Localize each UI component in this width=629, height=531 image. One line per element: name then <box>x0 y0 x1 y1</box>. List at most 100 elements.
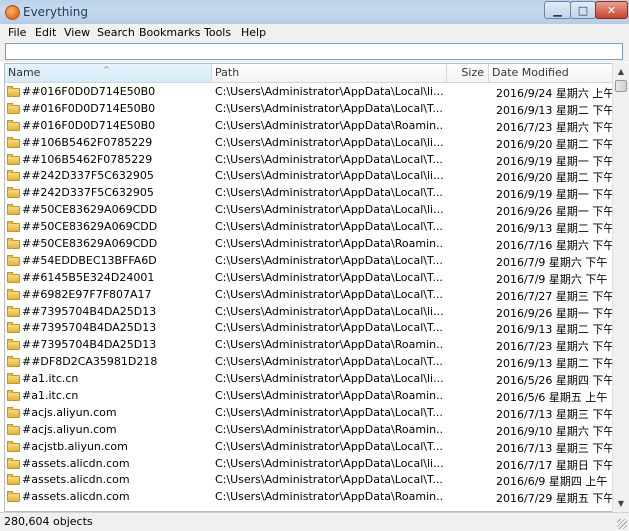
column-size-label: Size <box>461 66 484 79</box>
table-row[interactable]: ##6982E97F7F807A17 C:\Users\Administrator… <box>5 286 614 303</box>
table-row[interactable]: #assets.alicdn.com C:\Users\Administrator… <box>5 455 614 472</box>
row-name: #assets.alicdn.com <box>22 456 130 470</box>
maximize-button[interactable]: □ <box>570 1 596 19</box>
menu-help[interactable]: Help <box>241 26 266 39</box>
scroll-down-icon[interactable]: ▼ <box>613 495 629 512</box>
table-row[interactable]: #a1.itc.cn C:\Users\Administrator\AppData… <box>5 387 614 404</box>
row-date: 2016/9/19 星期一 下午 ... <box>496 154 614 168</box>
row-path: C:\Users\Administrator\AppData\Roamin... <box>215 237 443 251</box>
folder-icon <box>7 153 20 165</box>
table-row[interactable]: ##242D337F5C632905 C:\Users\Administrator… <box>5 184 614 201</box>
app-icon <box>5 5 20 20</box>
row-path: C:\Users\Administrator\AppData\Local\li.… <box>215 203 443 217</box>
table-row[interactable]: ##106B5462F0785229 C:\Users\Administrator… <box>5 134 614 151</box>
table-row[interactable]: ##DF8D2CA35981D218 C:\Users\Administrator… <box>5 353 614 370</box>
column-date-header[interactable]: Date Modified <box>489 64 614 82</box>
maximize-icon: □ <box>577 3 589 17</box>
resize-grip-icon[interactable] <box>617 519 627 529</box>
folder-icon <box>7 288 20 300</box>
vertical-scrollbar[interactable]: ▲ ▼ <box>612 63 629 512</box>
table-row[interactable]: ##50CE83629A069CDD C:\Users\Administrator… <box>5 218 614 235</box>
column-path-header[interactable]: Path <box>212 64 447 82</box>
row-path: C:\Users\Administrator\AppData\Local\li.… <box>215 304 443 318</box>
table-row[interactable]: ##016F0D0D714E50B0 C:\Users\Administrator… <box>5 83 614 100</box>
scroll-thumb[interactable] <box>615 80 627 92</box>
row-name: ##7395704B4DA25D13 <box>22 338 157 352</box>
table-row[interactable]: ##50CE83629A069CDD C:\Users\Administrator… <box>5 235 614 252</box>
row-path: C:\Users\Administrator\AppData\Local\T..… <box>215 186 443 200</box>
row-name: ##016F0D0D714E50B0 <box>22 85 156 98</box>
row-name: ##106B5462F0785229 <box>22 135 153 149</box>
column-header: Name ^ Path Size Date Modified <box>5 64 614 83</box>
folder-icon <box>7 102 20 114</box>
search-input[interactable] <box>5 43 623 60</box>
menu-bookmarks[interactable]: Bookmarks <box>139 26 200 39</box>
row-path: C:\Users\Administrator\AppData\Local\T..… <box>215 355 443 369</box>
table-row[interactable]: #assets.alicdn.com C:\Users\Administrator… <box>5 471 614 488</box>
row-path: C:\Users\Administrator\AppData\Roamin... <box>215 118 443 132</box>
row-path: C:\Users\Administrator\AppData\Local\li.… <box>215 169 443 183</box>
table-row[interactable]: ##242D337F5C632905 C:\Users\Administrator… <box>5 167 614 184</box>
table-row[interactable]: ##106B5462F0785229 C:\Users\Administrator… <box>5 151 614 168</box>
row-path: C:\Users\Administrator\AppData\Roamin... <box>215 490 443 504</box>
folder-icon <box>7 406 20 418</box>
result-rows: ##016F0D0D714E50B0 C:\Users\Administrator… <box>5 83 614 505</box>
minimize-button[interactable]: ▁ <box>544 1 571 19</box>
folder-icon <box>7 136 20 148</box>
search-row <box>0 42 629 62</box>
table-row[interactable]: ##016F0D0D714E50B0 C:\Users\Administrator… <box>5 100 614 117</box>
table-row[interactable]: #assets.alicdn.com C:\Users\Administrator… <box>5 488 614 505</box>
table-row[interactable]: #acjs.aliyun.com C:\Users\Administrator\A… <box>5 421 614 438</box>
row-path: C:\Users\Administrator\AppData\Roamin... <box>215 338 443 352</box>
table-row[interactable]: #acjs.aliyun.com C:\Users\Administrator\A… <box>5 404 614 421</box>
column-path-label: Path <box>215 66 240 79</box>
table-row[interactable]: ##016F0D0D714E50B0 C:\Users\Administrator… <box>5 117 614 134</box>
close-button[interactable]: ✕ <box>595 1 628 19</box>
row-date: 2016/9/26 星期一 下午 ... <box>496 205 614 219</box>
folder-icon <box>7 457 20 469</box>
row-date: 2016/7/17 星期日 下午 ... <box>496 458 614 472</box>
window-title: Everything <box>23 5 88 19</box>
row-name: ##50CE83629A069CDD <box>22 203 158 217</box>
menu-file[interactable]: File <box>8 26 26 39</box>
row-date: 2016/9/19 星期一 下午 ... <box>496 188 614 202</box>
menu-view[interactable]: View <box>64 26 90 39</box>
folder-icon <box>7 86 20 97</box>
row-date: 2016/7/13 星期三 下午 ... <box>496 441 614 455</box>
folder-icon <box>7 254 20 266</box>
table-row[interactable]: ##7395704B4DA25D13 C:\Users\Administrator… <box>5 336 614 353</box>
row-date: 2016/7/16 星期六 下午 ... <box>496 239 614 253</box>
folder-icon <box>7 170 20 182</box>
row-name: ##242D337F5C632905 <box>22 169 154 183</box>
table-row[interactable]: ##7395704B4DA25D13 C:\Users\Administrator… <box>5 319 614 336</box>
folder-icon <box>7 238 20 250</box>
status-text: 280,604 objects <box>4 515 93 528</box>
table-row[interactable]: ##54EDDBEC13BFFA6D C:\Users\Administrator… <box>5 252 614 269</box>
column-size-header[interactable]: Size <box>447 64 489 82</box>
table-row[interactable]: ##7395704B4DA25D13 C:\Users\Administrator… <box>5 303 614 320</box>
table-row[interactable]: #a1.itc.cn C:\Users\Administrator\AppData… <box>5 370 614 387</box>
menu-edit[interactable]: Edit <box>35 26 56 39</box>
row-name: ##016F0D0D714E50B0 <box>22 118 156 132</box>
table-row[interactable]: #acjstb.aliyun.com C:\Users\Administrator… <box>5 438 614 455</box>
menu-tools[interactable]: Tools <box>204 26 231 39</box>
row-date: 2016/9/13 星期二 下午 ... <box>496 222 614 236</box>
row-path: C:\Users\Administrator\AppData\Roamin... <box>215 389 443 403</box>
title-bar[interactable]: Everything ▁ □ ✕ <box>0 0 629 25</box>
table-row[interactable]: ##50CE83629A069CDD C:\Users\Administrator… <box>5 201 614 218</box>
table-row[interactable]: ##6145B5E324D24001 C:\Users\Administrator… <box>5 269 614 286</box>
row-name: #acjs.aliyun.com <box>22 405 117 419</box>
folder-icon <box>7 271 20 283</box>
row-date: 2016/9/20 星期二 下午 ... <box>496 171 614 185</box>
scroll-up-icon[interactable]: ▲ <box>613 63 629 80</box>
folder-icon <box>7 322 20 334</box>
row-date: 2016/7/23 星期六 下午 ... <box>496 340 614 354</box>
column-name-header[interactable]: Name ^ <box>5 64 212 82</box>
row-name: ##54EDDBEC13BFFA6D <box>22 253 157 267</box>
row-name: ##DF8D2CA35981D218 <box>22 355 158 369</box>
row-path: C:\Users\Administrator\AppData\Local\li.… <box>215 85 443 98</box>
sort-ascending-icon: ^ <box>103 65 110 74</box>
menu-search[interactable]: Search <box>97 26 135 39</box>
row-date: 2016/7/9 星期六 下午 1... <box>496 255 614 269</box>
row-name: ##6982E97F7F807A17 <box>22 287 152 301</box>
